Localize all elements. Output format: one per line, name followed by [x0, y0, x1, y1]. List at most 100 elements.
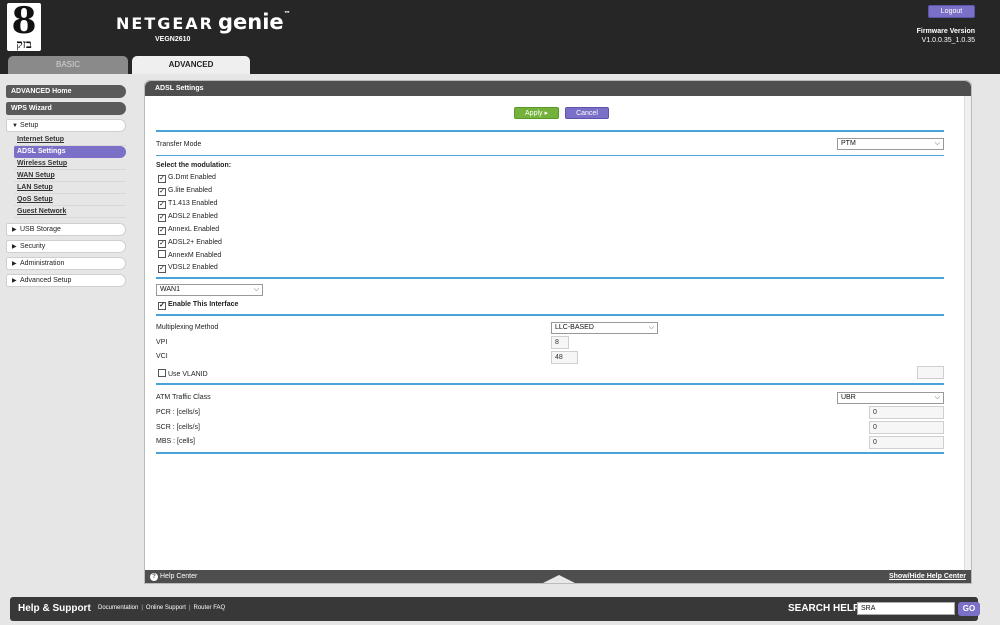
show-hide-help-link[interactable]: Show/Hide Help Center [889, 570, 966, 583]
vci-input[interactable]: 48 [551, 351, 578, 364]
atm-traffic-class-label: ATM Traffic Class [156, 394, 211, 401]
modulation-label-text: T1.413 Enabled [168, 200, 218, 207]
router-faq-link[interactable]: Router FAQ [191, 605, 229, 611]
nav-wps-wizard[interactable]: WPS Wizard [6, 102, 126, 115]
modulation-glite[interactable]: ✓ G.lite Enabled [158, 186, 212, 196]
vpi-input[interactable]: 8 [551, 336, 569, 349]
wan-interface-value: WAN1 [160, 286, 180, 293]
bezeq-logo: 8 בזק [7, 0, 41, 51]
collapsed-triangle-icon: ▶ [12, 278, 17, 284]
cancel-button[interactable]: Cancel [565, 107, 609, 119]
modulation-t1413[interactable]: ✓ T1.413 Enabled [158, 199, 217, 209]
use-vlanid-checkbox[interactable]: Use VLANID [158, 369, 208, 379]
header: 8 בזק NETGEAR genie™ VEGN2610 Logout Firm… [0, 0, 1000, 74]
search-help-label: SEARCH HELP [788, 603, 860, 614]
nav-security[interactable]: ▶ Security [6, 240, 126, 253]
modulation-gdmt[interactable]: ✓ G.Dmt Enabled [158, 173, 216, 183]
enable-interface-label: Enable This Interface [168, 301, 239, 308]
checkbox-icon[interactable]: ✓ [158, 188, 166, 196]
scrollbar[interactable] [964, 96, 971, 571]
trademark: ™ [283, 10, 293, 18]
collapsed-triangle-icon: ▶ [12, 244, 17, 250]
modulation-label-text: G.Dmt Enabled [168, 174, 216, 181]
checkbox-icon[interactable] [158, 369, 166, 377]
logo-text: בזק [16, 37, 32, 51]
go-button[interactable]: GO [958, 602, 980, 616]
online-support-link[interactable]: Online Support [143, 605, 189, 611]
modulation-annexm[interactable]: AnnexM Enabled [158, 250, 221, 260]
modulation-adsl2[interactable]: ✓ ADSL2 Enabled [158, 212, 218, 222]
help-support-title: Help & Support [18, 603, 91, 614]
divider [156, 130, 944, 132]
transfer-mode-value: PTM [841, 140, 856, 147]
apply-button[interactable]: Apply ▸ [514, 107, 559, 119]
expanded-triangle-icon: ▼ [12, 123, 18, 129]
chevron-down-icon: ⌵ [648, 324, 654, 331]
checkbox-icon[interactable]: ✓ [158, 240, 166, 248]
checkbox-icon[interactable]: ✓ [158, 265, 166, 273]
nav-setup[interactable]: ▼ Setup [6, 119, 126, 132]
divider [156, 277, 944, 279]
nav-usb-storage[interactable]: ▶ USB Storage [6, 223, 126, 236]
nav-qos-setup[interactable]: QoS Setup [14, 194, 126, 206]
nav-wireless-setup[interactable]: Wireless Setup [14, 158, 126, 170]
tab-basic[interactable]: BASIC [8, 56, 128, 74]
page-title: ADSL Settings [145, 81, 971, 96]
enable-interface-checkbox[interactable]: ✓ Enable This Interface [158, 300, 238, 310]
vpi-label: VPI [156, 339, 168, 346]
vlanid-input[interactable] [917, 366, 944, 379]
modulation-annexl[interactable]: ✓ AnnexL Enabled [158, 225, 219, 235]
divider [156, 314, 944, 316]
logout-button[interactable]: Logout [928, 5, 975, 18]
nav-advanced-setup[interactable]: ▶ Advanced Setup [6, 274, 126, 287]
divider [156, 155, 944, 156]
transfer-mode-label: Transfer Mode [156, 141, 202, 148]
checkbox-icon[interactable]: ✓ [158, 201, 166, 209]
modulation-adsl2plus[interactable]: ✓ ADSL2+ Enabled [158, 238, 222, 248]
settings-form: Apply ▸ Cancel Transfer Mode PTM ⌵ Select… [145, 96, 971, 571]
transfer-mode-select[interactable]: PTM ⌵ [837, 138, 944, 150]
atm-traffic-class-value: UBR [841, 394, 856, 401]
documentation-link[interactable]: Documentation [95, 605, 141, 611]
nav-advanced-home[interactable]: ADVANCED Home [6, 85, 126, 98]
product-name: genie [218, 10, 284, 34]
search-input[interactable]: SRA [857, 602, 955, 615]
chevron-down-icon: ⌵ [934, 394, 940, 401]
mbs-input[interactable]: 0 [869, 436, 944, 449]
netgear-genie-logo: NETGEAR genie™ [116, 10, 293, 34]
nav-adsl-settings[interactable]: ADSL Settings [14, 146, 126, 158]
modulation-label-text: AnnexM Enabled [168, 252, 222, 259]
checkbox-icon[interactable]: ✓ [158, 302, 166, 310]
checkbox-icon[interactable]: ✓ [158, 175, 166, 183]
sidebar: ADVANCED Home WPS Wizard ▼ Setup Internet… [6, 85, 126, 291]
logo-glyph: 8 [11, 0, 37, 42]
help-center-link[interactable]: ? Help Center [150, 570, 197, 583]
checkbox-icon[interactable] [158, 250, 166, 258]
nav-internet-setup[interactable]: Internet Setup [14, 134, 126, 146]
nav-guest-network[interactable]: Guest Network [14, 206, 126, 218]
chevron-down-icon: ⌵ [253, 286, 259, 293]
tab-advanced[interactable]: ADVANCED [132, 56, 250, 74]
chevron-down-icon: ⌵ [934, 140, 940, 147]
nav-lan-setup[interactable]: LAN Setup [14, 182, 126, 194]
wan-interface-select[interactable]: WAN1 ⌵ [156, 284, 263, 296]
modulation-label-text: G.lite Enabled [168, 187, 212, 194]
atm-traffic-class-select[interactable]: UBR ⌵ [837, 392, 944, 404]
multiplexing-value: LLC-BASED [555, 324, 594, 331]
checkbox-icon[interactable]: ✓ [158, 214, 166, 222]
nav-wan-setup[interactable]: WAN Setup [14, 170, 126, 182]
nav-administration[interactable]: ▶ Administration [6, 257, 126, 270]
modulation-label: Select the modulation: [156, 162, 232, 169]
multiplexing-select[interactable]: LLC-BASED ⌵ [551, 322, 658, 334]
pcr-input[interactable]: 0 [869, 406, 944, 419]
modulation-vdsl2[interactable]: ✓ VDSL2 Enabled [158, 263, 218, 273]
footer: Help & Support Documentation | Online Supp… [10, 597, 980, 621]
checkbox-icon[interactable]: ✓ [158, 227, 166, 235]
nav-administration-label: Administration [20, 260, 65, 267]
scr-input[interactable]: 0 [869, 421, 944, 434]
nav-usb-storage-label: USB Storage [20, 226, 61, 233]
nav-setup-label: Setup [20, 122, 39, 129]
modulation-label-text: ADSL2 Enabled [168, 213, 218, 220]
use-vlanid-label: Use VLANID [168, 371, 208, 378]
expand-triangle-icon[interactable] [543, 575, 575, 583]
